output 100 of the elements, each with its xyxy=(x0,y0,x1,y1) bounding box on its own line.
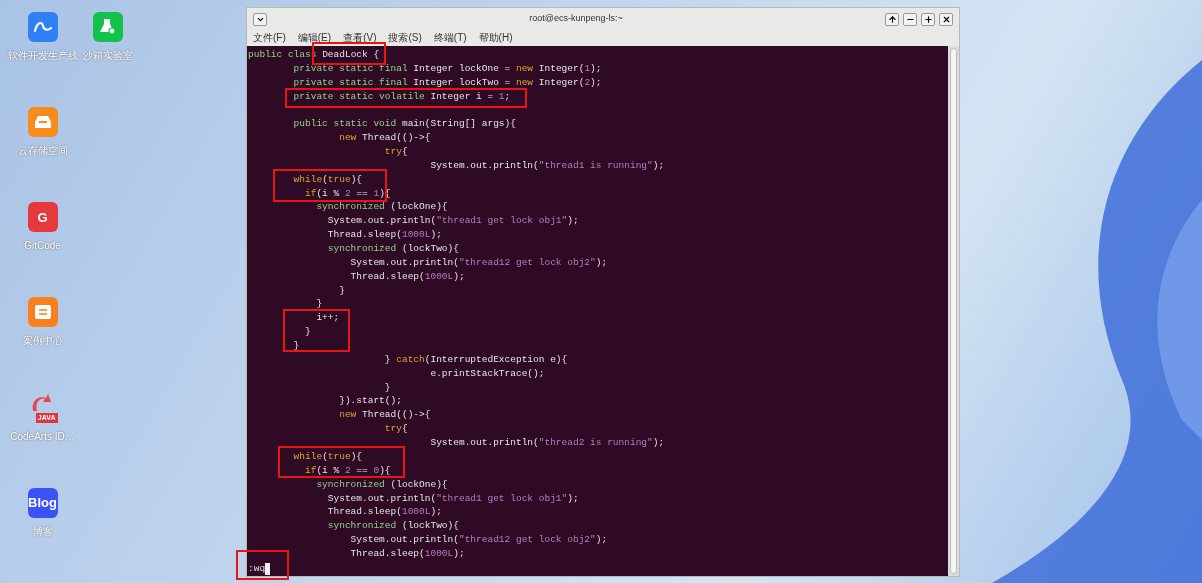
highlight-box xyxy=(236,550,289,580)
close-button[interactable] xyxy=(939,12,953,26)
plus-icon xyxy=(923,14,933,24)
code-token: Integer lockOne = xyxy=(412,61,512,76)
minimize-button[interactable] xyxy=(903,12,917,26)
app-icon[interactable]: G xyxy=(27,202,58,233)
code-token: synchronized xyxy=(315,477,385,492)
code-token: System.out.println( xyxy=(326,491,437,506)
code-token: System.out.println( xyxy=(349,255,459,270)
code-token: ); xyxy=(595,533,608,547)
code-token: ); xyxy=(430,228,442,243)
code-token: (i % xyxy=(316,186,341,201)
code-token: (lockTwo){ xyxy=(400,519,459,534)
code-token: "thread1 get lock obj1" xyxy=(436,491,568,506)
code-token: ); xyxy=(567,491,579,506)
up-arrow-icon xyxy=(887,14,897,24)
code-token: System.out.println( xyxy=(429,436,539,450)
code-token: (lockTwo){ xyxy=(400,242,459,256)
code-token: 1000L xyxy=(424,269,454,284)
menu-item[interactable]: 文件(F) xyxy=(253,33,286,43)
code-token: Integer i = xyxy=(429,89,495,104)
code-token: try xyxy=(383,145,402,159)
menu-item[interactable]: 终端(T) xyxy=(433,33,467,43)
icon-label: CodeArts ID… xyxy=(10,430,75,443)
code-token: ( xyxy=(322,172,328,187)
code-token: ); xyxy=(595,255,608,270)
code-token: 2 xyxy=(344,186,351,201)
code-token: private static volatile xyxy=(292,89,425,104)
code-token: "thread1 is running" xyxy=(538,158,653,173)
code-token: (InterruptedException e){ xyxy=(424,352,568,367)
code-token: 1000L xyxy=(424,546,454,561)
icon-label: 软件开发生产线 xyxy=(7,50,78,62)
code-token: private static final xyxy=(292,75,408,90)
code-token: ); xyxy=(453,269,465,284)
code-token: Thread.sleep( xyxy=(326,228,402,243)
app-icon[interactable] xyxy=(27,12,58,42)
code-token: catch xyxy=(396,352,425,367)
code-token: ); xyxy=(590,75,602,90)
code-token: Thread.sleep( xyxy=(326,505,402,520)
code-token: 1 xyxy=(373,186,380,201)
wave-icon xyxy=(32,20,53,34)
code-token: "thread1 get lock obj1" xyxy=(436,214,568,229)
code-token: ); xyxy=(652,158,665,173)
code-token: 1000L xyxy=(401,505,431,520)
code-token: ); xyxy=(453,546,465,561)
code-token: } xyxy=(338,283,345,298)
code-token: 2 xyxy=(344,463,351,478)
code-token: if xyxy=(304,463,317,478)
code-token: Integer( xyxy=(537,61,585,76)
code-token: { xyxy=(401,145,408,159)
code-token: }).start(); xyxy=(338,394,402,409)
code-token: synchronized xyxy=(326,519,397,534)
code-token: new xyxy=(515,61,534,76)
code-token: "thread12 get lock obj2" xyxy=(458,255,596,270)
app-icon[interactable] xyxy=(27,297,58,328)
code-token: Thread(()->{ xyxy=(361,408,431,423)
code-token: System.out.println( xyxy=(326,214,437,229)
code-token: 0 xyxy=(373,463,380,478)
highlight-box xyxy=(283,309,350,352)
code-token: 2 xyxy=(584,75,591,90)
code-token: try xyxy=(383,422,402,437)
code-token: main(String[] args){ xyxy=(400,117,516,132)
maximize-button[interactable] xyxy=(921,12,935,26)
logo-text: G xyxy=(37,210,48,224)
code-token: ( xyxy=(322,449,328,464)
menu-item[interactable]: 帮助(H) xyxy=(478,33,513,43)
code-token: == xyxy=(355,186,369,201)
code-token: i++; xyxy=(315,311,340,326)
code-token: } xyxy=(292,339,300,353)
code-token: while xyxy=(292,172,323,187)
raise-button[interactable] xyxy=(885,12,899,26)
code-token: } xyxy=(383,352,392,367)
code-token: new xyxy=(338,131,357,145)
app-icon[interactable]: Blog xyxy=(27,487,58,518)
document-icon xyxy=(33,304,52,321)
code-token: { xyxy=(401,422,408,437)
code-token: ); xyxy=(652,436,665,450)
code-token: "thread12 get lock obj2" xyxy=(458,533,596,547)
flask-icon xyxy=(98,18,117,36)
code-token: 1 xyxy=(584,61,591,76)
command-line[interactable]: :wq xyxy=(248,561,266,576)
code-token: DeadLock { xyxy=(322,48,380,62)
code-token: 1 xyxy=(498,89,505,104)
code-token: (i % xyxy=(316,463,341,478)
code-token: ){ xyxy=(350,172,363,187)
code-token: true xyxy=(327,172,351,187)
code-token: while xyxy=(292,449,323,464)
code-token: ); xyxy=(567,214,579,229)
code-token: new xyxy=(338,408,357,423)
menu-item[interactable]: 搜索(S) xyxy=(388,33,422,43)
close-icon xyxy=(941,14,951,24)
code-token: e.printStackTrace(); xyxy=(429,366,545,381)
code-token: (lockOne){ xyxy=(389,477,448,492)
code-token: public static void xyxy=(292,117,397,132)
window-menu-button[interactable] xyxy=(253,12,267,26)
icon-label: 沙箱实验室 xyxy=(82,50,133,62)
code-token: ); xyxy=(590,61,602,76)
tray-icon xyxy=(33,115,52,130)
icon-label: 案例中心 xyxy=(22,335,63,348)
code-token: Thread(()->{ xyxy=(361,131,431,145)
